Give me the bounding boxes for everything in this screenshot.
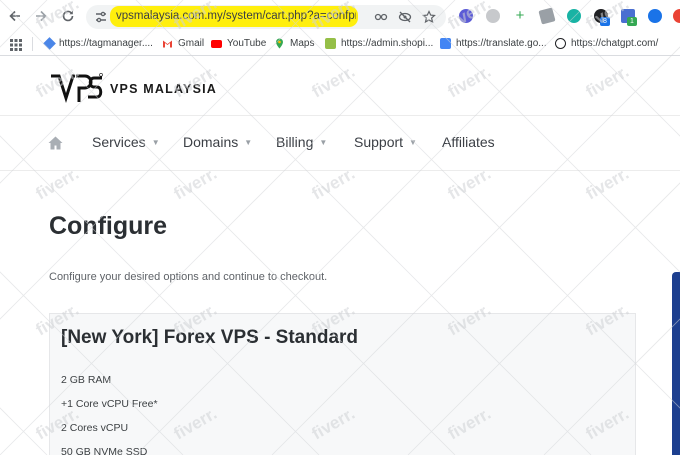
extension-badge: 1 <box>627 17 637 26</box>
bookmark-shopify[interactable]: https://admin.shopi... <box>325 38 433 49</box>
youtube-icon <box>211 39 222 48</box>
nav-billing[interactable]: Billing ▼ <box>276 134 327 150</box>
back-arrow-icon[interactable] <box>6 7 24 25</box>
nav-support[interactable]: Support ▼ <box>354 134 417 150</box>
home-icon[interactable] <box>48 136 63 150</box>
browser-toolbar: vpsmalaysia.com.my/system/cart.php?a=con… <box>0 0 680 34</box>
password-key-icon[interactable] <box>374 10 388 24</box>
product-title: [New York] Forex VPS - Standard <box>61 327 359 348</box>
bookmark-label: Maps <box>290 38 315 49</box>
chatgpt-icon <box>555 38 566 49</box>
product-feature: 2 Cores vCPU <box>61 422 129 434</box>
apps-grid-icon[interactable] <box>10 38 22 56</box>
bookmark-tagmanager[interactable]: https://tagmanager.... <box>43 37 153 50</box>
bookmark-star-icon[interactable] <box>422 10 436 24</box>
bookmark-label: https://translate.go... <box>456 38 547 49</box>
extension-chatgpt-icon[interactable] <box>486 9 500 23</box>
product-card: [New York] Forex VPS - Standard 2 GB RAM… <box>49 313 636 455</box>
bookmark-maps[interactable]: Maps <box>274 38 314 49</box>
bookmark-youtube[interactable]: YouTube <box>211 38 266 49</box>
translate-icon <box>440 38 451 49</box>
reload-icon[interactable] <box>59 7 77 25</box>
chevron-down-icon: ▼ <box>409 138 417 147</box>
tag-manager-icon <box>43 37 56 50</box>
product-feature: 2 GB RAM <box>61 374 112 386</box>
nav-label: Affiliates <box>442 134 495 150</box>
maps-icon <box>274 38 285 49</box>
bookmark-label: YouTube <box>227 38 267 49</box>
extension-code-icon[interactable] <box>567 9 581 23</box>
divider <box>32 37 33 51</box>
shopify-icon <box>325 38 336 49</box>
nav-domains[interactable]: Domains ▼ <box>183 134 252 150</box>
forward-arrow-icon[interactable] <box>32 7 50 25</box>
side-panel-edge[interactable] <box>672 272 680 455</box>
extension-badge: 8 <box>600 17 610 26</box>
main-navigation: Services ▼ Domains ▼ Billing ▼ Support ▼ Aff… <box>0 115 680 171</box>
eye-off-icon[interactable] <box>398 10 412 24</box>
bookmark-label: https://chatgpt.com/ <box>571 38 659 49</box>
extension-pencil-icon[interactable] <box>538 7 556 25</box>
bookmark-translate[interactable]: https://translate.go... <box>440 38 547 49</box>
bookmarks-bar: https://tagmanager.... Gmail YouTube Map… <box>0 34 680 56</box>
chevron-down-icon: ▼ <box>319 138 328 147</box>
address-bar[interactable]: vpsmalaysia.com.my/system/cart.php?a=con… <box>86 5 446 29</box>
gmail-icon <box>162 38 173 49</box>
bookmark-label: Gmail <box>178 38 205 49</box>
bookmark-gmail[interactable]: Gmail <box>162 38 204 49</box>
page-title: Configure <box>49 212 168 240</box>
nav-affiliates[interactable]: Affiliates <box>442 134 495 150</box>
bookmark-label: https://tagmanager.... <box>59 38 153 49</box>
tune-icon[interactable] <box>94 10 108 24</box>
chevron-down-icon: ▼ <box>151 138 160 147</box>
nav-label: Services <box>92 134 146 150</box>
extension-plus-icon[interactable]: + <box>513 8 527 23</box>
bookmark-chatgpt[interactable]: https://chatgpt.com/ <box>555 38 658 49</box>
nav-label: Support <box>354 134 404 150</box>
extension-gear-icon[interactable] <box>459 9 473 23</box>
bookmark-label: https://admin.shopi... <box>341 38 434 49</box>
website-viewport: VPS MALAYSIA Services ▼ Domains ▼ Billing ▼… <box>0 57 680 455</box>
nav-label: Domains <box>183 134 239 150</box>
logo-text: VPS MALAYSIA <box>110 82 218 96</box>
product-feature: 50 GB NVMe SSD <box>61 446 148 455</box>
extension-eye-icon[interactable] <box>648 9 662 23</box>
nav-services[interactable]: Services ▼ <box>92 134 160 150</box>
nav-label: Billing <box>276 134 314 150</box>
site-logo[interactable]: VPS MALAYSIA <box>50 73 217 105</box>
extension-red-icon[interactable] <box>673 9 680 23</box>
vps-logo-icon <box>51 73 103 103</box>
product-feature: +1 Core vCPU Free* <box>61 398 158 410</box>
page-subtitle: Configure your desired options and conti… <box>49 271 328 283</box>
url-text[interactable]: vpsmalaysia.com.my/system/cart.php?a=con… <box>116 10 356 22</box>
chevron-down-icon: ▼ <box>244 138 253 147</box>
